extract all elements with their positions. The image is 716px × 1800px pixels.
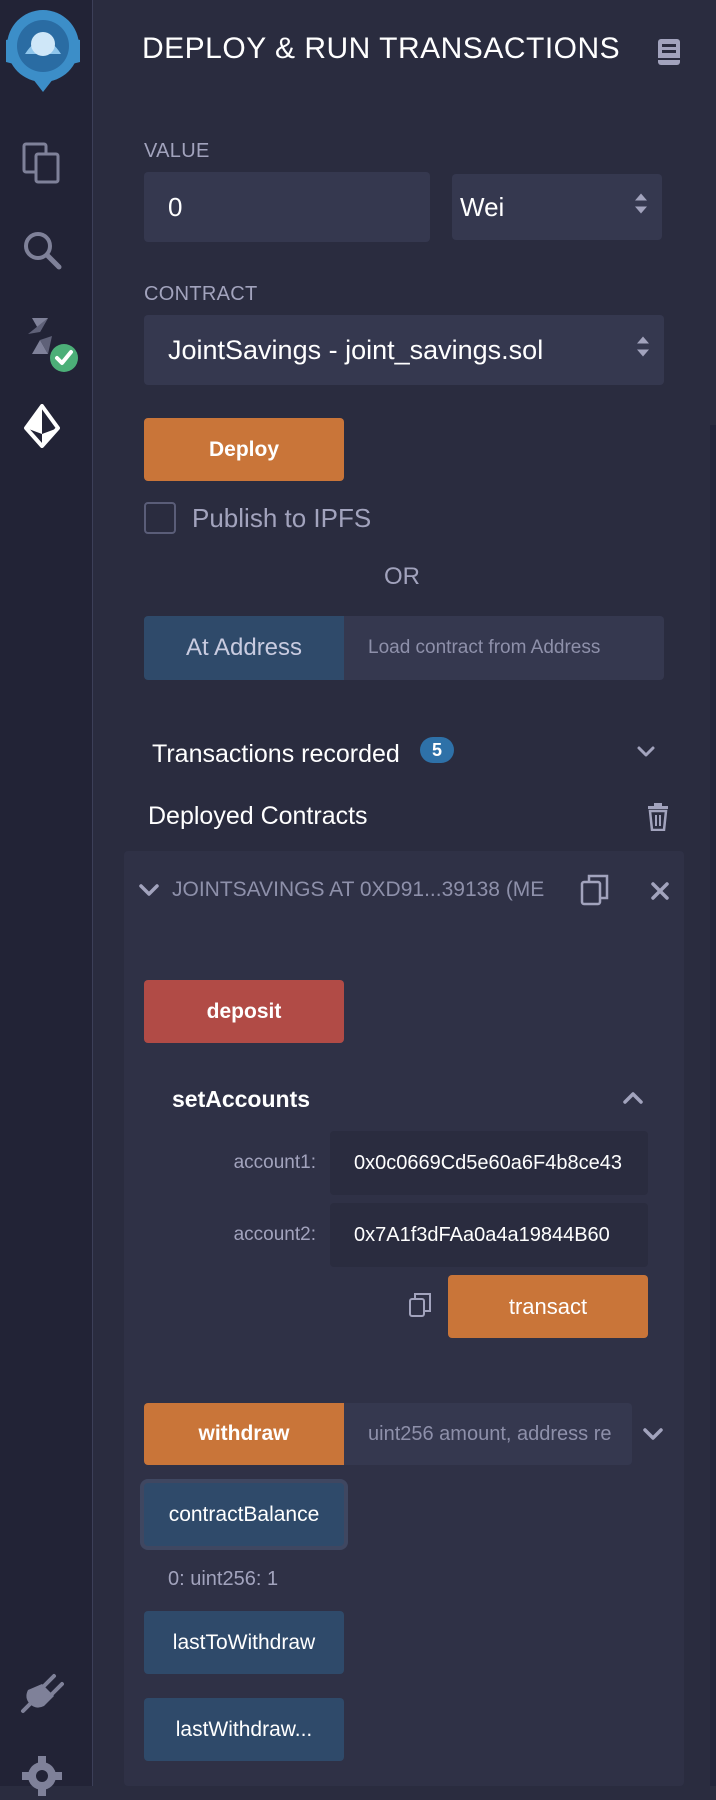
trash-icon[interactable] <box>646 803 670 836</box>
plugin-manager-icon[interactable] <box>18 1668 66 1716</box>
contract-select[interactable]: JointSavings - joint_savings.sol <box>144 315 664 385</box>
settings-icon[interactable] <box>18 1752 66 1800</box>
value-label: VALUE <box>144 140 210 162</box>
deploy-button[interactable]: Deploy <box>144 418 344 481</box>
remix-logo-icon[interactable] <box>2 4 84 96</box>
deposit-button[interactable]: deposit <box>144 980 344 1043</box>
contract-selected: JointSavings - joint_savings.sol <box>168 334 544 365</box>
deployed-contracts-label: Deployed Contracts <box>148 802 368 830</box>
transactions-recorded-label[interactable]: Transactions recorded <box>152 740 400 769</box>
search-icon[interactable] <box>18 226 66 274</box>
last-to-withdraw-button[interactable]: lastToWithdraw <box>144 1611 344 1674</box>
page-title: DEPLOY & RUN TRANSACTIONS <box>142 32 621 65</box>
solidity-compiler-icon[interactable] <box>18 314 82 374</box>
unit-select[interactable]: Wei <box>452 174 662 240</box>
at-address-button[interactable]: At Address <box>144 616 344 680</box>
unit-selected: Wei <box>460 191 505 222</box>
account1-input[interactable]: 0x0c0669Cd5e60a6F4b8ce43 <box>330 1131 648 1195</box>
withdraw-args-input[interactable]: uint256 amount, address re <box>344 1403 632 1465</box>
docs-icon[interactable] <box>656 38 682 71</box>
last-withdraw-amount-button[interactable]: lastWithdraw... <box>144 1698 344 1761</box>
updown-icon <box>636 335 650 366</box>
scrollbar[interactable] <box>710 425 716 1786</box>
copy-icon[interactable] <box>580 874 610 911</box>
value-input[interactable]: 0 <box>144 172 430 242</box>
icon-sidebar <box>0 0 93 1796</box>
or-divider: OR <box>384 563 420 590</box>
contract-label: CONTRACT <box>144 283 258 305</box>
withdraw-button[interactable]: withdraw <box>144 1403 344 1465</box>
at-address-input[interactable]: Load contract from Address <box>344 616 664 680</box>
account1-label: account1: <box>233 1152 316 1173</box>
chevron-down-icon[interactable] <box>642 1424 664 1449</box>
set-accounts-label: setAccounts <box>172 1086 311 1112</box>
contract-balance-result: 0: uint256: 1 <box>168 1568 279 1590</box>
updown-icon <box>634 192 648 223</box>
account2-label: account2: <box>233 1224 316 1245</box>
contract-balance-button[interactable]: contractBalance <box>144 1483 344 1546</box>
deploy-run-icon[interactable] <box>18 402 66 450</box>
deploy-run-panel: DEPLOY & RUN TRANSACTIONS VALUE 0 Wei CO… <box>94 0 716 1786</box>
close-icon[interactable] <box>650 881 670 906</box>
chevron-down-icon[interactable] <box>636 742 656 767</box>
instance-title: JOINTSAVINGS AT 0XD91...39138 (ME <box>172 878 545 901</box>
transactions-count-badge: 5 <box>420 737 454 763</box>
value-amount: 0 <box>168 191 183 222</box>
account2-input[interactable]: 0x7A1f3dFAa0a4a19844B60 <box>330 1203 648 1267</box>
file-explorer-icon[interactable] <box>18 138 66 186</box>
publish-ipfs-label: Publish to IPFS <box>192 503 372 533</box>
chevron-up-icon[interactable] <box>622 1088 644 1113</box>
publish-ipfs-checkbox[interactable] <box>144 502 176 534</box>
copy-icon[interactable] <box>408 1292 432 1323</box>
chevron-down-icon[interactable] <box>138 880 160 905</box>
transact-button[interactable]: transact <box>448 1275 648 1338</box>
